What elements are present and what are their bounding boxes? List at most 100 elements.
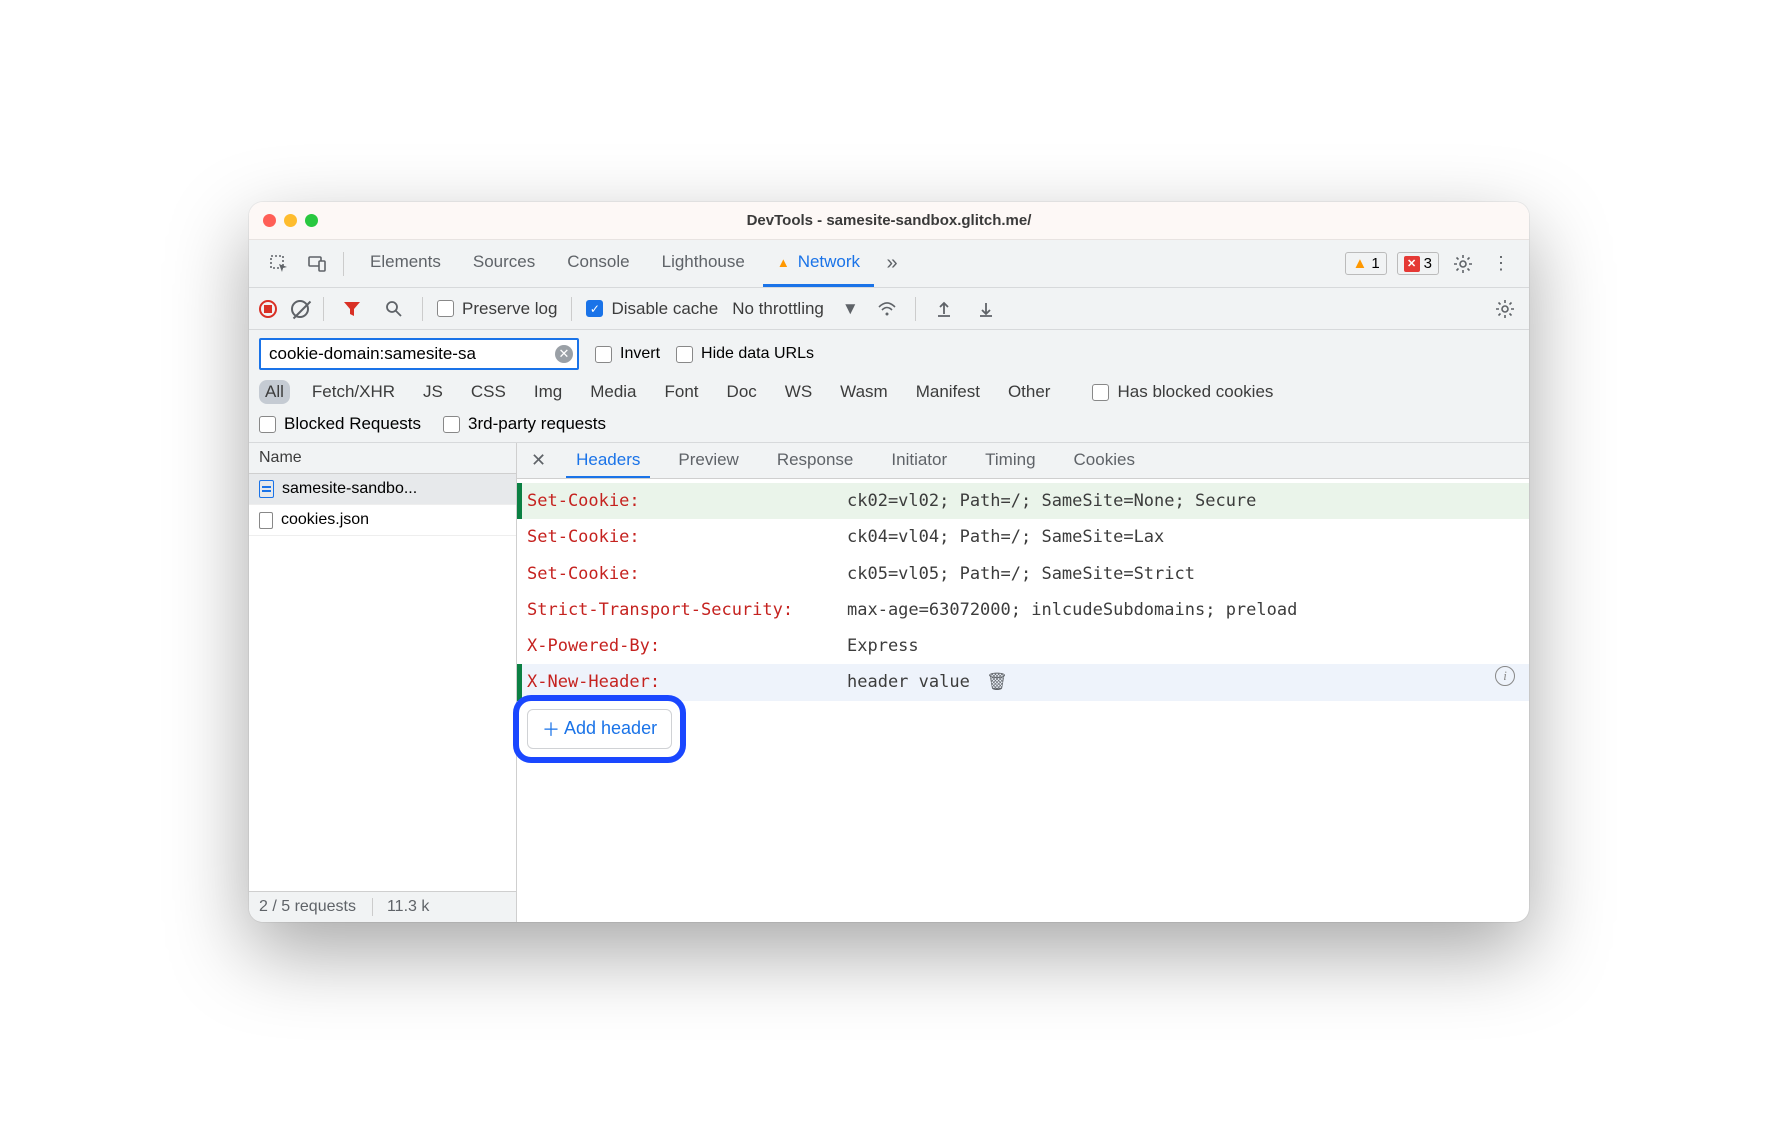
blocked-requests-checkbox[interactable]: Blocked Requests [259, 414, 421, 434]
plus-icon: ＋ [542, 716, 560, 742]
tab-label: Lighthouse [662, 252, 745, 272]
delete-header-icon[interactable]: 🗑 [986, 672, 1008, 692]
upload-har-icon[interactable] [930, 295, 958, 323]
maximize-window-button[interactable] [305, 214, 318, 227]
network-conditions-icon[interactable] [873, 295, 901, 323]
close-detail-icon[interactable]: ✕ [523, 450, 554, 471]
disable-cache-label: Disable cache [611, 299, 718, 319]
devtools-window: DevTools - samesite-sandbox.glitch.me/ E… [249, 202, 1529, 922]
header-value: ck05=vl05; Path=/; SameSite=Strict [847, 558, 1515, 590]
preserve-log-checkbox[interactable]: Preserve log [437, 299, 557, 319]
network-settings-icon[interactable] [1491, 295, 1519, 323]
warnings-badge[interactable]: ▲ 1 [1345, 252, 1386, 275]
type-filter-all[interactable]: All [259, 380, 290, 404]
kebab-menu-icon[interactable]: ⋮ [1487, 250, 1515, 278]
request-name: cookies.json [281, 511, 369, 529]
type-filter-media[interactable]: Media [584, 380, 642, 404]
request-name: samesite-sandbo... [282, 480, 417, 498]
tab-elements[interactable]: Elements [356, 240, 455, 287]
throttling-value: No throttling [732, 299, 824, 319]
header-row[interactable]: X-New-Header: header value 🗑 i [517, 664, 1529, 700]
window-controls [263, 214, 318, 227]
window-title: DevTools - samesite-sandbox.glitch.me/ [249, 212, 1529, 229]
detail-tab-bar: ✕ Headers Preview Response Initiator Timing C… [517, 443, 1529, 479]
disable-cache-checkbox[interactable]: ✓Disable cache [586, 299, 718, 319]
hide-data-urls-checkbox[interactable]: Hide data URLs [676, 345, 814, 363]
type-filter-wasm[interactable]: Wasm [834, 380, 894, 404]
invert-checkbox[interactable]: Invert [595, 345, 660, 363]
main-tab-bar: Elements SourcesConsole Lighthouse ▲ Network… [249, 240, 1529, 288]
detail-tab-headers[interactable]: Headers [566, 444, 650, 478]
header-row: Set-Cookie: ck05=vl05; Path=/; SameSite=S… [517, 556, 1529, 592]
type-filter-ws[interactable]: WS [779, 380, 818, 404]
errors-count: 3 [1424, 255, 1432, 272]
header-row: Strict-Transport-Security: max-age=630720… [517, 592, 1529, 628]
download-har-icon[interactable] [972, 295, 1000, 323]
info-icon[interactable]: i [1495, 666, 1515, 686]
add-header-button[interactable]: ＋Add header [527, 709, 672, 749]
warnings-count: 1 [1371, 255, 1379, 272]
header-value[interactable]: header value 🗑 [847, 666, 1485, 698]
type-filter-other[interactable]: Other [1002, 380, 1057, 404]
record-button[interactable] [259, 300, 277, 318]
header-name: Strict-Transport-Security: [527, 594, 837, 626]
header-value: max-age=63072000; inlcudeSubdomains; pre… [847, 594, 1515, 626]
detail-tab-timing[interactable]: Timing [975, 444, 1045, 478]
file-icon [259, 512, 273, 529]
filter-icon[interactable] [338, 295, 366, 323]
detail-tab-cookies[interactable]: Cookies [1064, 444, 1145, 478]
request-count: 2 / 5 requests [259, 898, 356, 916]
clear-filter-icon[interactable]: ✕ [555, 345, 573, 363]
content-split: Name samesite-sandbo... cookies.json 2 / … [249, 443, 1529, 922]
header-name: Set-Cookie: [527, 558, 837, 590]
type-filter-js[interactable]: JS [417, 380, 449, 404]
header-name: X-New-Header: [527, 666, 837, 698]
tab-console[interactable]: Console [553, 240, 643, 287]
type-filter-img[interactable]: Img [528, 380, 568, 404]
filter-input[interactable] [259, 338, 579, 370]
settings-icon[interactable] [1449, 250, 1477, 278]
errors-badge[interactable]: ✕ 3 [1397, 252, 1439, 275]
type-filter-css[interactable]: CSS [465, 380, 512, 404]
inspect-icon[interactable] [265, 250, 293, 278]
search-icon[interactable] [380, 295, 408, 323]
type-filter-font[interactable]: Font [659, 380, 705, 404]
request-row[interactable]: samesite-sandbo... [249, 474, 516, 505]
warning-icon: ▲ [777, 255, 790, 270]
error-icon: ✕ [1404, 256, 1420, 272]
request-row[interactable]: cookies.json [249, 505, 516, 536]
throttling-select[interactable]: No throttling ▼ [732, 299, 859, 319]
tab-label: Network [798, 252, 860, 272]
blocked-requests-label: Blocked Requests [284, 414, 421, 434]
close-window-button[interactable] [263, 214, 276, 227]
has-blocked-cookies-checkbox[interactable]: Has blocked cookies [1092, 382, 1273, 402]
hide-data-urls-label: Hide data URLs [701, 345, 814, 363]
warning-icon: ▲ [1352, 255, 1367, 272]
has-blocked-cookies-label: Has blocked cookies [1117, 382, 1273, 402]
device-toolbar-icon[interactable] [303, 250, 331, 278]
filter-bar: ✕ Invert Hide data URLs All Fetch/XHR JS CS… [249, 330, 1529, 443]
detail-tab-preview[interactable]: Preview [668, 444, 748, 478]
tab-lighthouse[interactable]: Lighthouse [648, 240, 759, 287]
header-name: X-Powered-By: [527, 630, 837, 662]
transfer-size: 11.3 k [372, 898, 429, 916]
type-filter-manifest[interactable]: Manifest [910, 380, 986, 404]
add-header-label: Add header [564, 718, 657, 739]
header-row: X-Powered-By: Express [517, 628, 1529, 664]
detail-tab-response[interactable]: Response [767, 444, 864, 478]
chevron-down-icon: ▼ [842, 299, 859, 319]
type-filter-doc[interactable]: Doc [721, 380, 763, 404]
third-party-checkbox[interactable]: 3rd-party requests [443, 414, 606, 434]
tab-label: Elements [370, 252, 441, 272]
name-column-header[interactable]: Name [249, 443, 516, 474]
tab-network[interactable]: ▲ Network [763, 240, 874, 287]
header-value: Express [847, 630, 1515, 662]
preserve-log-label: Preserve log [462, 299, 557, 319]
header-row: Set-Cookie:ck02=vl02; Path=/; SameSite=N… [517, 483, 1529, 519]
minimize-window-button[interactable] [284, 214, 297, 227]
type-filter-fetch-xhr[interactable]: Fetch/XHR [306, 380, 401, 404]
more-tabs-icon[interactable]: » [878, 250, 906, 278]
clear-button[interactable] [291, 300, 309, 318]
tab-sources[interactable]: Sources [459, 240, 549, 287]
detail-tab-initiator[interactable]: Initiator [881, 444, 957, 478]
